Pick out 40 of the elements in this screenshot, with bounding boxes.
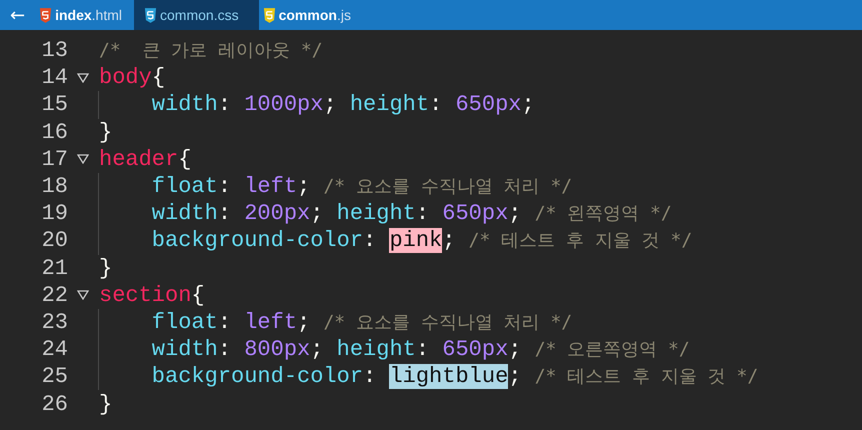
- line-number: 14: [40, 65, 68, 90]
- code-line: }: [99, 120, 112, 145]
- line-number: 20: [40, 228, 68, 254]
- code-line: float: left; /* 요소를 수직나열 처리 */: [150, 310, 572, 335]
- line-number: 21: [40, 256, 68, 281]
- line-number: 16: [40, 120, 68, 145]
- fold-triangle-icon[interactable]: [77, 154, 89, 164]
- code-line: header{: [99, 146, 192, 172]
- back-button[interactable]: ←: [0, 0, 36, 30]
- color-highlight: pink: [389, 228, 442, 254]
- line-number: 13: [40, 38, 68, 64]
- file-tab[interactable]: common.css: [134, 0, 259, 30]
- fold-triangle-icon[interactable]: [77, 290, 89, 300]
- file-tab[interactable]: index.html: [35, 0, 134, 30]
- code-line: float: left; /* 요소를 수직나열 처리 */: [150, 174, 572, 200]
- code-line: background-color: pink; /* 테스트 후 지울 것 */: [150, 228, 692, 254]
- code-line: background-color: lightblue; /* 테스트 후 지울 것 */: [150, 364, 758, 390]
- code-line: }: [99, 256, 112, 281]
- code-line: section{: [99, 282, 205, 308]
- line-number: 22: [40, 282, 68, 308]
- shield-css-icon: [144, 8, 158, 22]
- line-number: 24: [40, 337, 68, 362]
- code-line: body{: [99, 65, 166, 90]
- code-line: width: 200px; height: 650px; /* 왼쪽영역 */: [150, 201, 672, 226]
- line-number: 25: [40, 364, 68, 390]
- line-number: 18: [40, 174, 68, 200]
- shield-js-icon: [262, 8, 276, 22]
- file-tab[interactable]: common.js: [258, 0, 363, 30]
- code-line: width: 1000px; height: 650px;: [150, 92, 535, 118]
- line-number: 15: [40, 92, 68, 118]
- code-line: }: [99, 392, 112, 417]
- line-number: 26: [40, 392, 68, 417]
- line-number: 23: [40, 310, 68, 335]
- code-line: /* 큰 가로 레이아웃 */: [99, 39, 323, 64]
- line-number: 17: [40, 146, 68, 172]
- line-number: 19: [40, 201, 68, 226]
- color-highlight: lightblue: [389, 364, 508, 390]
- code-line: width: 800px; height: 650px; /* 오른쪽영역 */: [150, 337, 690, 362]
- fold-triangle-icon[interactable]: [77, 72, 89, 83]
- shield-html-icon: [39, 8, 52, 22]
